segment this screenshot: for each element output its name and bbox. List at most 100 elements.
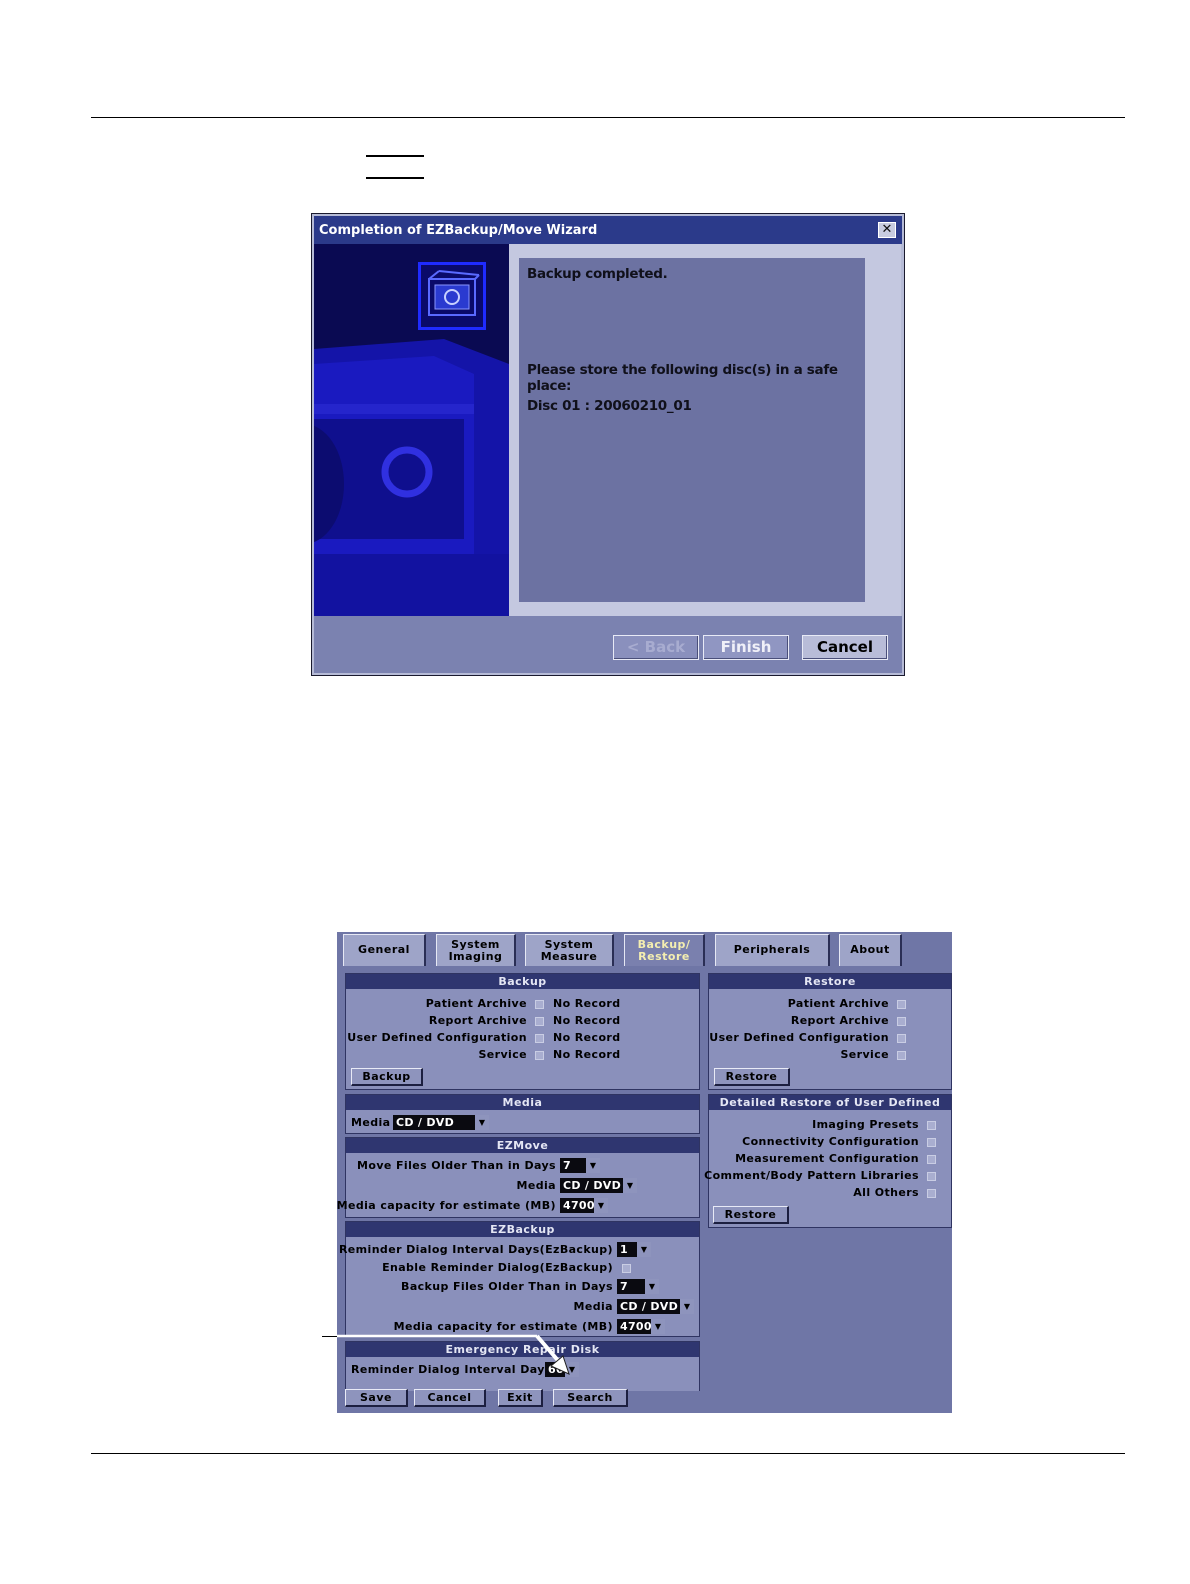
chevron-down-icon: ▼ [645, 1279, 659, 1294]
comment-body-pattern-checkbox[interactable] [927, 1172, 936, 1181]
exit-button[interactable]: Exit [498, 1389, 543, 1407]
ezmove-days-label: Move Files Older Than in Days [357, 1159, 556, 1172]
detailed-restore-header: Detailed Restore of User Defined [709, 1095, 951, 1110]
media-header: Media [346, 1095, 699, 1110]
wizard-side-image [314, 244, 509, 616]
media-dropdown[interactable]: CD / DVD ▼ [393, 1115, 489, 1130]
underline-2 [366, 177, 424, 179]
ezbackup-capacity-label: Media capacity for estimate (MB) [393, 1320, 613, 1333]
restore-header: Restore [709, 974, 951, 989]
restore-item-label: Patient Archive [787, 997, 889, 1010]
restore-item-label: Service [840, 1048, 889, 1061]
tab-system-measure[interactable]: System Measure [525, 934, 614, 966]
backup-item-status: No Record [553, 1031, 621, 1044]
backup-header: Backup [346, 974, 699, 989]
all-others-checkbox[interactable] [927, 1189, 936, 1198]
emergency-interval-dropdown[interactable]: 60 ▼ [545, 1362, 579, 1377]
restore-patient-archive-checkbox[interactable] [897, 1000, 906, 1009]
backup-service-checkbox[interactable] [535, 1051, 544, 1060]
status-message: Backup completed. [527, 266, 668, 282]
detailed-restore-section: Detailed Restore of User Defined Imaging… [704, 1094, 952, 1228]
detailed-restore-label: Imaging Presets [812, 1118, 919, 1131]
ezbackup-interval-label: Reminder Dialog Interval Days(EzBackup) [338, 1243, 613, 1256]
disc-label: Disc 01 : 20060210_01 [527, 398, 692, 414]
backup-button[interactable]: Backup [351, 1068, 423, 1086]
dialog-title: Completion of EZBackup/Move Wizard [319, 223, 598, 238]
ezmove-header: EZMove [346, 1138, 699, 1153]
detailed-restore-label: All Others [853, 1186, 919, 1199]
restore-item-label: User Defined Configuration [709, 1031, 889, 1044]
tab-system-imaging[interactable]: System Imaging [436, 934, 516, 966]
ezbackup-media-label: Media [573, 1300, 613, 1313]
backup-disc-icon [418, 262, 486, 330]
cancel-button[interactable]: Cancel [802, 635, 888, 660]
emergency-repair-header: Emergency Repair Disk [346, 1342, 699, 1357]
ezbackup-section: EZBackup Reminder Dialog Interval Days(E… [339, 1221, 700, 1337]
tab-backup-restore[interactable]: Backup/Restore [624, 934, 705, 966]
backup-item-status: No Record [553, 1014, 621, 1027]
backup-item-label: Report Archive [428, 1014, 527, 1027]
close-button[interactable]: ✕ [878, 222, 896, 238]
chevron-down-icon: ▼ [623, 1178, 637, 1193]
chevron-down-icon: ▼ [637, 1242, 651, 1257]
chevron-down-icon: ▼ [586, 1158, 600, 1173]
message-box: Backup completed. Please store the follo… [519, 258, 865, 602]
restore-section: Restore Patient Archive Report Archive U… [708, 973, 952, 1090]
finish-button[interactable]: Finish [703, 635, 789, 660]
backup-user-config-checkbox[interactable] [535, 1034, 544, 1043]
ezbackup-days-dropdown[interactable]: 7 ▼ [617, 1279, 659, 1294]
ezbackup-interval-dropdown[interactable]: 1 ▼ [617, 1242, 651, 1257]
emergency-interval-label: Reminder Dialog Interval Days [351, 1363, 552, 1376]
connectivity-config-checkbox[interactable] [927, 1138, 936, 1147]
detailed-restore-button[interactable]: Restore [713, 1206, 789, 1224]
backup-report-archive-checkbox[interactable] [535, 1017, 544, 1026]
restore-user-config-checkbox[interactable] [897, 1034, 906, 1043]
backup-item-status: No Record [553, 1048, 621, 1061]
chevron-down-icon: ▼ [651, 1319, 665, 1334]
dialog-button-bar: < Back Finish Cancel [314, 616, 902, 673]
chevron-down-icon: ▼ [475, 1115, 489, 1130]
ezmove-capacity-label: Media capacity for estimate (MB) [337, 1199, 556, 1212]
backup-item-label: Service [478, 1048, 527, 1061]
ezmove-days-dropdown[interactable]: 7 ▼ [560, 1158, 600, 1173]
ezmove-media-label: Media [516, 1179, 556, 1192]
header-rule [91, 117, 1125, 118]
ezbackup-capacity-dropdown[interactable]: 4700 ▼ [617, 1319, 665, 1334]
tab-about[interactable]: About [839, 934, 902, 966]
media-label: Media [351, 1116, 391, 1129]
detailed-restore-label: Measurement Configuration [735, 1152, 919, 1165]
detailed-restore-label: Comment/Body Pattern Libraries [704, 1169, 919, 1182]
restore-service-checkbox[interactable] [897, 1051, 906, 1060]
ezbackup-wizard-dialog: Completion of EZBackup/Move Wizard ✕ Bac… [311, 213, 905, 676]
backup-item-label: User Defined Configuration [347, 1031, 527, 1044]
tab-general[interactable]: General [343, 934, 426, 966]
underline-1 [366, 155, 424, 157]
restore-button[interactable]: Restore [714, 1068, 790, 1086]
measurement-config-checkbox[interactable] [927, 1155, 936, 1164]
save-button[interactable]: Save [345, 1389, 408, 1407]
dialog-title-bar: Completion of EZBackup/Move Wizard ✕ [314, 216, 902, 244]
search-button[interactable]: Search [553, 1389, 628, 1407]
imaging-presets-checkbox[interactable] [927, 1121, 936, 1130]
backup-section: Backup Patient Archive No Record Report … [345, 973, 700, 1090]
ezbackup-enable-checkbox[interactable] [622, 1264, 631, 1273]
tab-peripherals[interactable]: Peripherals [715, 934, 830, 966]
backup-patient-archive-checkbox[interactable] [535, 1000, 544, 1009]
footer-rule [91, 1453, 1125, 1454]
ezbackup-enable-label: Enable Reminder Dialog(EzBackup) [382, 1261, 613, 1274]
utility-config-screen: General System Imaging System Measure Back… [337, 932, 952, 1413]
cancel-button[interactable]: Cancel [414, 1389, 486, 1407]
ezmove-media-dropdown[interactable]: CD / DVD ▼ [560, 1178, 637, 1193]
wizard-content-panel: Backup completed. Please store the follo… [509, 244, 901, 616]
backup-item-status: No Record [553, 997, 621, 1010]
detailed-restore-label: Connectivity Configuration [742, 1135, 919, 1148]
ezmove-capacity-dropdown[interactable]: 4700 ▼ [560, 1198, 608, 1213]
ezbackup-media-dropdown[interactable]: CD / DVD ▼ [617, 1299, 694, 1314]
restore-item-label: Report Archive [790, 1014, 889, 1027]
ezbackup-days-label: Backup Files Older Than in Days [401, 1280, 613, 1293]
ezmove-section: EZMove Move Files Older Than in Days 7 ▼ … [337, 1137, 700, 1218]
restore-report-archive-checkbox[interactable] [897, 1017, 906, 1026]
instruction-message: Please store the following disc(s) in a … [527, 362, 838, 394]
back-button[interactable]: < Back [613, 635, 699, 660]
chevron-down-icon: ▼ [565, 1362, 579, 1377]
